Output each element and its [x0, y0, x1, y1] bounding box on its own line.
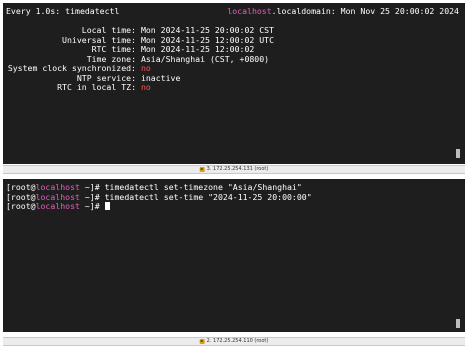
row-value: no	[140, 82, 151, 92]
prompt-hostname: localhost	[35, 201, 80, 211]
session-status-bar-top[interactable]: 3. 172.25.254.131 (root)	[3, 165, 465, 174]
header-hostname: localhost	[227, 6, 272, 16]
session-label: 2. 172.25.254.110 (root)	[206, 338, 269, 344]
key-icon	[199, 339, 205, 344]
text-cursor	[104, 202, 110, 210]
page: Every 1.0s: timedatectl Local time: Mon …	[0, 0, 474, 348]
row-value: Asia/Shanghai (CST, +0800)	[140, 53, 270, 64]
key-icon	[199, 167, 205, 172]
terminal-pane-bottom[interactable]: [root@localhost ~]# timedatectl set-time…	[3, 179, 465, 332]
prompt-hostname: localhost	[35, 191, 80, 202]
command-text: timedatectl set-time "2024-11-25 20:00:0…	[104, 191, 312, 202]
watch-header-command: Every 1.0s: timedatectl	[6, 6, 120, 16]
row-rtc-local-tz: RTC in local TZ: no	[6, 82, 453, 93]
prompt-hostname: localhost	[35, 182, 80, 192]
prompt-line-active[interactable]: [root@localhost ~]#	[6, 201, 453, 212]
terminal-output-bottom: [root@localhost ~]# timedatectl set-time…	[6, 182, 453, 212]
header-timestamp: .localdomain: Mon Nov 25 20:00:02 2024	[271, 6, 459, 16]
row-clock-synchronized: System clock synchronized: no	[6, 63, 453, 74]
command-text: timedatectl set-timezone "Asia/Shanghai"	[104, 182, 302, 192]
row-label: RTC in local TZ:	[57, 82, 136, 92]
scrollbar-thumb-top[interactable]	[456, 149, 460, 158]
terminal-pane-top[interactable]: Every 1.0s: timedatectl Local time: Mon …	[3, 3, 465, 164]
terminal-output-top: Every 1.0s: timedatectl Local time: Mon …	[6, 6, 453, 93]
scrollbar-thumb-bottom[interactable]	[456, 319, 460, 328]
session-label: 3. 172.25.254.131 (root)	[206, 166, 269, 172]
watch-header-host-time: localhost.localdomain: Mon Nov 25 20:00:…	[227, 6, 459, 17]
session-status-bar-bottom[interactable]: 2. 172.25.254.110 (root)	[3, 337, 465, 346]
